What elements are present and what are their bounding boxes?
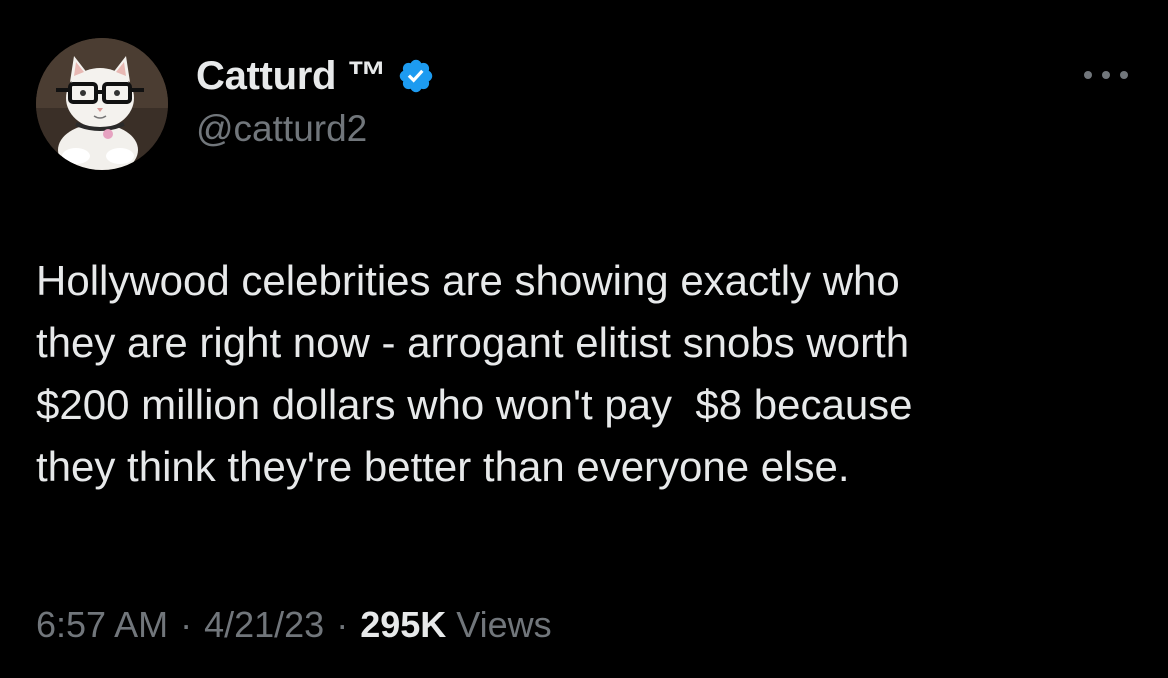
meta-separator: · <box>180 604 193 645</box>
views-count[interactable]: 295K <box>360 604 446 646</box>
avatar[interactable] <box>36 38 168 170</box>
tweet-card: Catturd ™ @catturd2 Hollywood celebritie… <box>0 0 1168 678</box>
more-dot <box>1120 71 1128 79</box>
more-dot <box>1102 71 1110 79</box>
views-label[interactable]: Views <box>456 604 551 646</box>
tweet-meta: 6:57 AM · 4/21/23 · 295K Views <box>36 604 552 646</box>
more-options-button[interactable] <box>1084 62 1128 88</box>
tweet-date[interactable]: 4/21/23 <box>204 604 324 646</box>
verified-badge-icon <box>397 57 435 95</box>
tweet-text: Hollywood celebrities are showing exactl… <box>36 257 913 490</box>
author-name-row[interactable]: Catturd ™ <box>196 52 435 100</box>
author-display-name[interactable]: Catturd ™ <box>196 54 387 99</box>
more-horizontal-icon <box>1084 71 1092 79</box>
meta-separator: · <box>336 604 349 645</box>
author-handle[interactable]: @catturd2 <box>196 108 367 150</box>
cat-avatar-icon <box>36 38 168 170</box>
tweet-time[interactable]: 6:57 AM <box>36 604 168 646</box>
